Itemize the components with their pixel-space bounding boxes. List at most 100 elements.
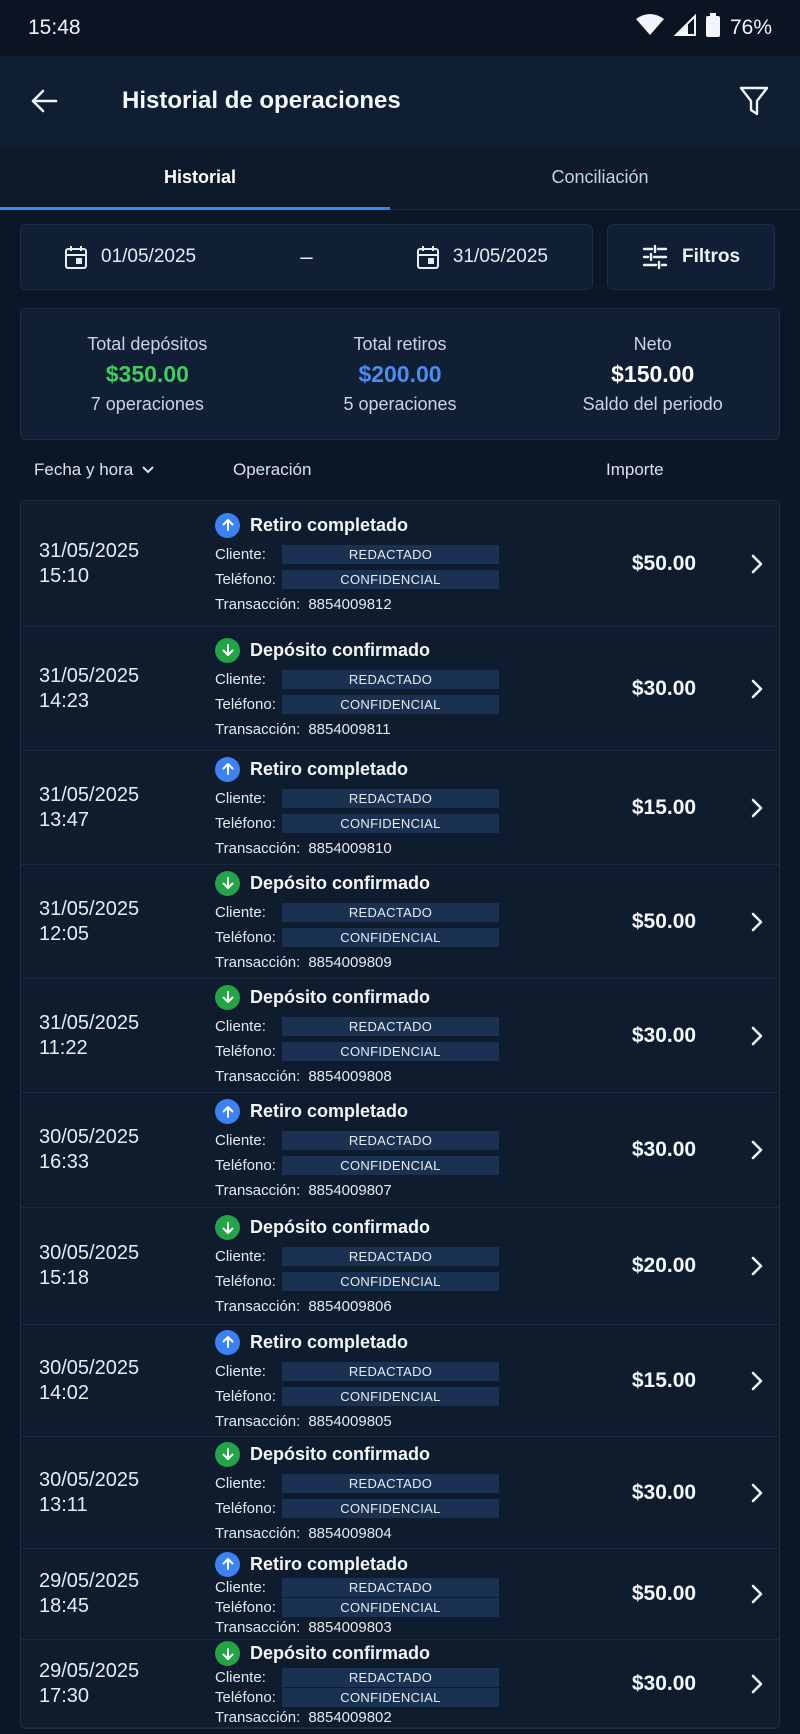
table-row[interactable]: 30/05/2025 14:02 Retiro completado Cliente:… xyxy=(21,1325,779,1437)
table-row[interactable]: 29/05/2025 18:45 Retiro completado Cliente:… xyxy=(21,1549,779,1640)
summary-withdrawals: Total retiros $200.00 5 operaciones xyxy=(274,309,527,439)
transaction-label: Transacción: xyxy=(215,1067,301,1085)
client-redacted: REDACTADO xyxy=(282,1667,499,1687)
summary-deposits-count: 7 operaciones xyxy=(90,393,204,414)
arrow-down-icon xyxy=(215,984,240,1010)
client-label: Cliente: xyxy=(215,1362,266,1380)
operation-title: Depósito confirmado xyxy=(215,1641,575,1666)
arrow-up-icon xyxy=(215,1329,240,1355)
table-row[interactable]: 31/05/2025 13:47 Retiro completado Cliente:… xyxy=(21,751,779,865)
row-date: 30/05/2025 xyxy=(39,1242,140,1264)
row-time: 12:05 xyxy=(39,922,90,945)
sort-date-button[interactable]: Fecha y hora xyxy=(34,460,233,480)
arrow-down-icon xyxy=(215,870,240,896)
arrow-up-icon xyxy=(215,1551,240,1577)
sliders-icon xyxy=(642,244,668,270)
chevron-right-icon[interactable] xyxy=(735,1482,779,1504)
transaction-line: Transacción: 8854009806 xyxy=(215,1296,575,1317)
arrow-down-icon xyxy=(215,1441,240,1467)
transaction-id: 8854009805 xyxy=(308,1412,392,1430)
filters-label: Filtros xyxy=(681,246,741,267)
chevron-right-icon[interactable] xyxy=(735,1673,779,1695)
phone-line: Teléfono: CONFIDENCIAL xyxy=(215,927,575,948)
transaction-label: Transacción: xyxy=(215,720,301,738)
operation-title: Depósito confirmado xyxy=(215,1215,575,1240)
client-label: Cliente: xyxy=(215,1579,266,1596)
operation-type: Retiro completado xyxy=(250,1331,409,1352)
row-datetime: 30/05/2025 15:18 xyxy=(21,1241,215,1291)
transaction-label: Transacción: xyxy=(215,1708,301,1726)
chevron-right-icon[interactable] xyxy=(735,1583,779,1605)
transaction-line: Transacción: 8854009805 xyxy=(215,1411,575,1432)
row-amount: $30.00 xyxy=(631,676,697,700)
row-operation: Retiro completado Cliente: REDACTADO Teléfo… xyxy=(215,756,575,859)
date-to-value: 31/05/2025 xyxy=(452,246,548,267)
transaction-line: Transacción: 8854009811 xyxy=(215,719,575,740)
client-redacted: REDACTADO xyxy=(282,902,499,922)
summary-deposits: Total depósitos $350.00 7 operaciones xyxy=(21,309,274,439)
date-from[interactable]: 01/05/2025 xyxy=(65,245,196,269)
transaction-label: Transacción: xyxy=(215,1182,301,1199)
row-amount: $30.00 xyxy=(631,1671,697,1695)
summary-net-sub: Saldo del periodo xyxy=(582,393,723,414)
transaction-id: 8854009812 xyxy=(308,595,392,613)
operation-type: Retiro completado xyxy=(250,1101,409,1121)
client-label: Cliente: xyxy=(215,789,266,807)
phone-line: Teléfono: CONFIDENCIAL xyxy=(215,694,575,715)
chevron-right-icon[interactable] xyxy=(735,1139,779,1161)
back-button[interactable] xyxy=(24,81,64,121)
transaction-line: Transacción: 8854009802 xyxy=(215,1708,575,1726)
chevron-right-icon[interactable] xyxy=(735,678,779,700)
row-date: 31/05/2025 xyxy=(39,897,140,920)
row-operation: Depósito confirmado Cliente: REDACTADO Telé… xyxy=(215,1441,575,1544)
phone-label: Teléfono: xyxy=(215,695,276,713)
phone-label: Teléfono: xyxy=(215,1599,276,1616)
column-amount-label: Importe xyxy=(606,460,664,479)
row-operation: Retiro completado Cliente: REDACTADO Teléfo… xyxy=(215,1329,575,1432)
client-redacted: REDACTADO xyxy=(282,1473,499,1493)
table-row[interactable]: 29/05/2025 17:30 Depósito confirmado Client… xyxy=(21,1640,779,1728)
operation-type: Retiro completado xyxy=(250,514,409,535)
phone-redacted: CONFIDENCIAL xyxy=(282,1498,499,1518)
filters-button[interactable]: Filtros xyxy=(607,224,775,290)
tab-historial[interactable]: Historial xyxy=(0,146,400,209)
transaction-id: 8854009803 xyxy=(308,1619,392,1636)
phone-redacted: CONFIDENCIAL xyxy=(282,694,499,714)
filter-button[interactable] xyxy=(734,81,774,121)
client-line: Cliente: REDACTADO xyxy=(215,902,575,923)
chevron-right-icon[interactable] xyxy=(735,1370,779,1392)
table-row[interactable]: 31/05/2025 12:05 Depósito confirmado Client… xyxy=(21,865,779,979)
transaction-line: Transacción: 8854009810 xyxy=(215,838,575,859)
table-row[interactable]: 31/05/2025 11:22 Depósito confirmado Client… xyxy=(21,979,779,1093)
row-datetime: 30/05/2025 16:33 xyxy=(21,1125,215,1175)
table-row[interactable]: 30/05/2025 15:18 Depósito confirmado Client… xyxy=(21,1208,779,1325)
client-redacted: REDACTADO xyxy=(282,788,499,808)
summary-deposits-amount: $350.00 xyxy=(105,360,189,387)
table-row[interactable]: 31/05/2025 14:23 Depósito confirmado Client… xyxy=(21,627,779,751)
chevron-right-icon[interactable] xyxy=(735,797,779,819)
row-time: 14:23 xyxy=(39,689,90,712)
client-label: Cliente: xyxy=(215,1248,266,1265)
transaction-label: Transacción: xyxy=(215,1619,301,1636)
client-line: Cliente: REDACTADO xyxy=(215,1473,575,1494)
table-row[interactable]: 31/05/2025 15:10 Retiro completado Cliente:… xyxy=(21,501,779,627)
chevron-right-icon[interactable] xyxy=(735,1255,779,1277)
table-row[interactable]: 30/05/2025 13:11 Depósito confirmado Client… xyxy=(21,1437,779,1549)
row-datetime: 31/05/2025 14:23 xyxy=(21,664,215,714)
chevron-right-icon[interactable] xyxy=(735,911,779,933)
chevron-right-icon[interactable] xyxy=(735,553,779,575)
table-row[interactable]: 30/05/2025 16:33 Retiro completado Cliente:… xyxy=(21,1093,779,1208)
chevron-right-icon[interactable] xyxy=(735,1025,779,1047)
date-to[interactable]: 31/05/2025 xyxy=(416,245,548,269)
operation-title: Retiro completado xyxy=(215,756,575,782)
row-datetime: 30/05/2025 14:02 xyxy=(21,1356,215,1406)
row-operation: Retiro completado Cliente: REDACTADO Teléfo… xyxy=(215,512,575,615)
arrow-down-icon xyxy=(215,637,240,663)
arrow-down-icon xyxy=(215,1215,240,1240)
row-datetime: 29/05/2025 17:30 xyxy=(21,1659,215,1709)
transaction-line: Transacción: 8854009812 xyxy=(215,594,575,615)
client-line: Cliente: REDACTADO xyxy=(215,544,575,565)
row-amount: $30.00 xyxy=(631,1023,697,1047)
tab-conciliacion[interactable]: Conciliación xyxy=(400,146,800,209)
transaction-label: Transacción: xyxy=(215,839,301,857)
